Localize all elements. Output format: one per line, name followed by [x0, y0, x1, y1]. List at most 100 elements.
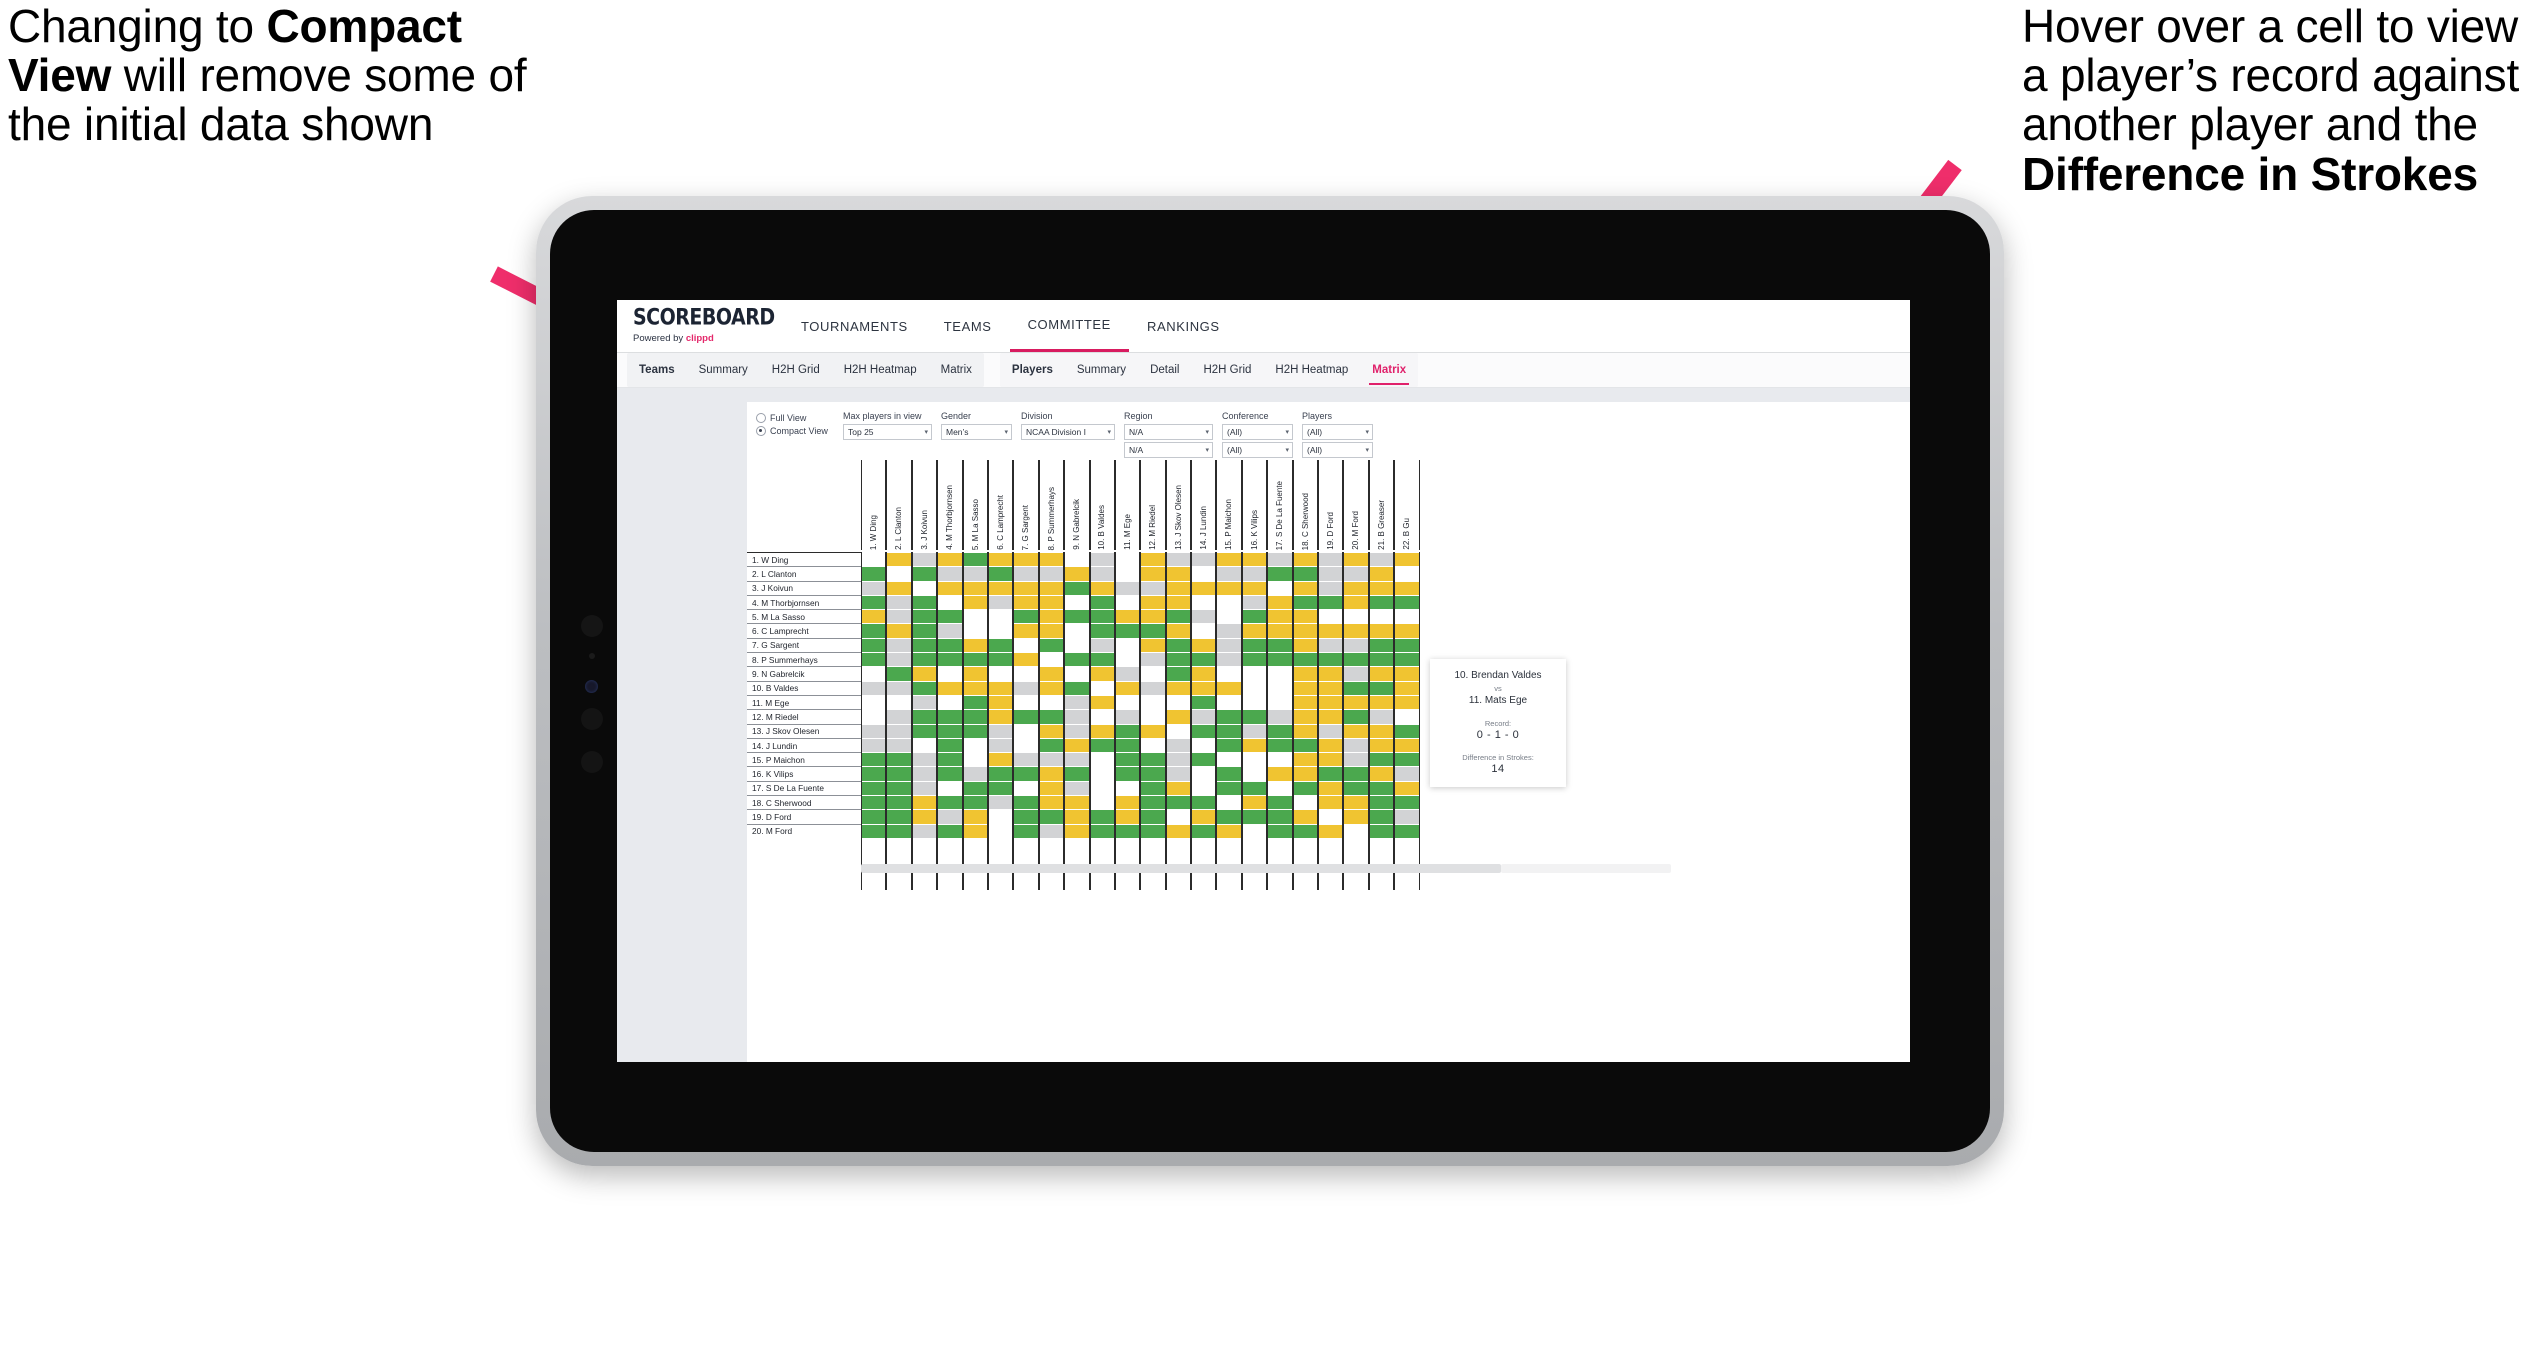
- radio-full-view[interactable]: Full View: [756, 413, 834, 423]
- matrix-cell[interactable]: [938, 566, 962, 581]
- matrix-cell[interactable]: [1192, 594, 1216, 610]
- matrix-cell[interactable]: [1217, 823, 1241, 838]
- matrix-cell[interactable]: [1369, 795, 1394, 810]
- matrix-cell[interactable]: [1192, 823, 1216, 838]
- matrix-cell[interactable]: [1141, 623, 1165, 638]
- matrix-cell[interactable]: [1014, 552, 1038, 567]
- matrix-cell[interactable]: [938, 709, 962, 724]
- matrix-cell[interactable]: [1115, 552, 1140, 567]
- matrix-cell[interactable]: [1166, 766, 1191, 781]
- matrix-row-label[interactable]: 20. M Ford: [747, 823, 861, 838]
- matrix-cell[interactable]: [1369, 623, 1394, 638]
- matrix-cell[interactable]: [1014, 780, 1038, 796]
- matrix-cell[interactable]: [1065, 809, 1089, 824]
- subtab-teams[interactable]: Teams: [627, 353, 687, 387]
- matrix-cell[interactable]: [1268, 752, 1292, 767]
- matrix-cell[interactable]: [1090, 566, 1114, 581]
- topnav-teams[interactable]: TEAMS: [926, 300, 1010, 352]
- matrix-cell[interactable]: [988, 666, 1013, 681]
- matrix-cell[interactable]: [1166, 680, 1191, 695]
- matrix-cell[interactable]: [912, 552, 937, 567]
- matrix-cell[interactable]: [1141, 766, 1165, 781]
- matrix-row-label[interactable]: 4. M Thorbjornsen: [747, 594, 861, 609]
- matrix-cell[interactable]: [1319, 552, 1343, 567]
- matrix-cell[interactable]: [1395, 780, 1419, 796]
- matrix-cell[interactable]: [1268, 609, 1292, 624]
- matrix-cell[interactable]: [963, 709, 987, 724]
- matrix-cell[interactable]: [1192, 709, 1216, 724]
- matrix-cell[interactable]: [1242, 823, 1267, 838]
- matrix-cell[interactable]: [862, 737, 886, 753]
- matrix-cell[interactable]: [1192, 609, 1216, 624]
- matrix-cell[interactable]: [1166, 723, 1191, 738]
- matrix-cell[interactable]: [1217, 680, 1241, 695]
- matrix-cell[interactable]: [1065, 637, 1089, 653]
- matrix-cell[interactable]: [887, 580, 911, 595]
- matrix-cell[interactable]: [1014, 694, 1038, 710]
- matrix-cell[interactable]: [1319, 723, 1343, 738]
- matrix-cell[interactable]: [1039, 623, 1064, 638]
- matrix-cell[interactable]: [1293, 666, 1318, 681]
- matrix-cell[interactable]: [1395, 566, 1419, 581]
- matrix-cell[interactable]: [988, 752, 1013, 767]
- matrix-cell[interactable]: [1293, 652, 1318, 667]
- matrix-cell[interactable]: [1141, 566, 1165, 581]
- matrix-cell[interactable]: [1141, 552, 1165, 567]
- matrix-column-header[interactable]: 2. L Clanton: [886, 460, 912, 550]
- matrix-cell[interactable]: [862, 723, 886, 738]
- matrix-cell[interactable]: [912, 709, 937, 724]
- matrix-cell[interactable]: [912, 780, 937, 796]
- matrix-cell[interactable]: [1115, 652, 1140, 667]
- matrix-cell[interactable]: [1369, 709, 1394, 724]
- matrix-cell[interactable]: [1090, 723, 1114, 738]
- matrix-cell[interactable]: [1293, 552, 1318, 567]
- matrix-cell[interactable]: [1217, 809, 1241, 824]
- matrix-cell[interactable]: [912, 809, 937, 824]
- matrix-cell[interactable]: [963, 637, 987, 653]
- matrix-cell[interactable]: [1395, 666, 1419, 681]
- matrix-cell[interactable]: [1115, 709, 1140, 724]
- matrix-cell[interactable]: [963, 780, 987, 796]
- matrix-cell[interactable]: [1369, 809, 1394, 824]
- matrix-row-label[interactable]: 19. D Ford: [747, 809, 861, 823]
- filter-players-select-2[interactable]: (All) ▾: [1302, 442, 1373, 458]
- matrix-cell[interactable]: [1395, 809, 1419, 824]
- filter-conference-select-2[interactable]: (All) ▾: [1222, 442, 1293, 458]
- matrix-cell[interactable]: [1217, 609, 1241, 624]
- matrix-cell[interactable]: [1242, 737, 1267, 753]
- matrix-cell[interactable]: [1293, 795, 1318, 810]
- matrix-cell[interactable]: [1115, 580, 1140, 595]
- matrix-column-header[interactable]: 21. B Greaser: [1368, 460, 1395, 550]
- matrix-cell[interactable]: [1115, 623, 1140, 638]
- matrix-cell[interactable]: [1014, 723, 1038, 738]
- matrix-cell[interactable]: [1369, 637, 1394, 653]
- matrix-cell[interactable]: [1065, 623, 1089, 638]
- matrix-cell[interactable]: [1293, 566, 1318, 581]
- matrix-cell[interactable]: [1065, 752, 1089, 767]
- matrix-cell[interactable]: [1369, 609, 1394, 624]
- radio-compact-view[interactable]: Compact View: [756, 426, 834, 436]
- matrix-cell[interactable]: [1242, 809, 1267, 824]
- topnav-committee[interactable]: COMMITTEE: [1009, 300, 1129, 352]
- matrix-cell[interactable]: [1217, 737, 1241, 753]
- matrix-cell[interactable]: [1293, 680, 1318, 695]
- matrix-column-header[interactable]: 10. B Valdes: [1089, 460, 1115, 550]
- matrix-cell[interactable]: [1166, 566, 1191, 581]
- matrix-cell[interactable]: [988, 594, 1013, 610]
- matrix-cell[interactable]: [1039, 766, 1064, 781]
- matrix-cell[interactable]: [1065, 709, 1089, 724]
- matrix-cell[interactable]: [963, 580, 987, 595]
- matrix-cell[interactable]: [887, 609, 911, 624]
- matrix-cell[interactable]: [1319, 637, 1343, 653]
- matrix-cell[interactable]: [1090, 780, 1114, 796]
- matrix-cell[interactable]: [1217, 795, 1241, 810]
- matrix-cell[interactable]: [1319, 594, 1343, 610]
- matrix-cell[interactable]: [1268, 737, 1292, 753]
- matrix-cell[interactable]: [1395, 609, 1419, 624]
- matrix-cell[interactable]: [1014, 752, 1038, 767]
- matrix-cell[interactable]: [1242, 623, 1267, 638]
- matrix-cell[interactable]: [1039, 809, 1064, 824]
- matrix-cell[interactable]: [912, 694, 937, 710]
- matrix-cell[interactable]: [1293, 637, 1318, 653]
- matrix-cell[interactable]: [1242, 637, 1267, 653]
